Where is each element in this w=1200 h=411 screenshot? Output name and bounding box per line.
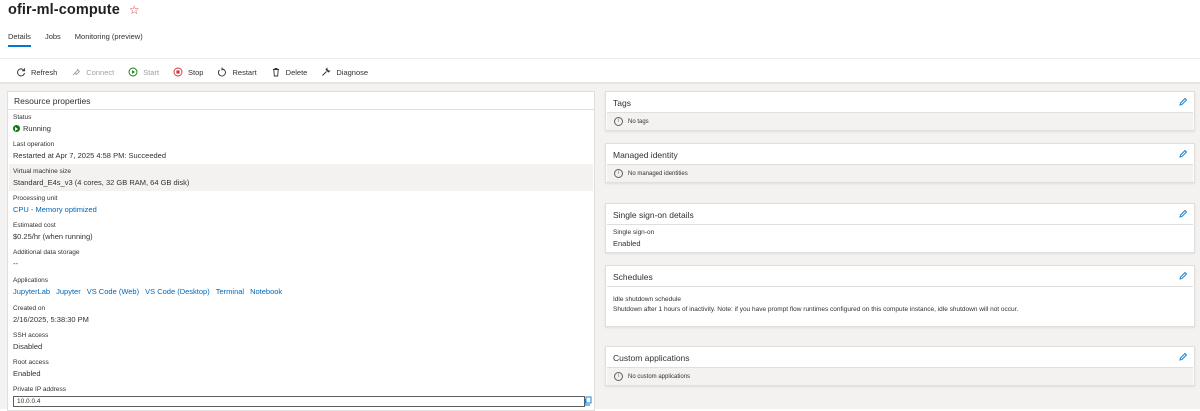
schedules-heading: Schedules xyxy=(613,272,653,282)
root-access-value: Enabled xyxy=(13,369,41,378)
refresh-icon xyxy=(17,68,26,77)
edit-pencil-icon[interactable] xyxy=(1178,209,1188,219)
page-header: ofir-ml-compute ☆ xyxy=(8,0,140,20)
sso-card: Single sign-on details Single sign-on En… xyxy=(605,203,1195,253)
restart-label: Restart xyxy=(232,67,257,77)
info-icon: i xyxy=(614,169,623,178)
last-operation-value: Restarted at Apr 7, 2025 4:58 PM: Succee… xyxy=(13,151,167,160)
processing-unit-link[interactable]: CPU - Memory optimized xyxy=(13,205,97,214)
delete-button[interactable]: Delete xyxy=(271,67,308,77)
estimated-cost-value: $0.25/hr (when running) xyxy=(13,232,93,241)
vm-size-label: Virtual machine size xyxy=(13,168,72,175)
tab-jobs[interactable]: Jobs xyxy=(45,28,61,47)
custom-applications-info-text: No custom applications xyxy=(628,373,691,380)
tags-heading: Tags xyxy=(613,98,631,108)
resource-properties-card: Resource properties Status Running Last … xyxy=(7,91,595,411)
custom-applications-info-row: i No custom applications xyxy=(607,367,1193,385)
app-link-vscode-desktop[interactable]: VS Code (Desktop) xyxy=(145,287,210,296)
resource-properties-heading: Resource properties xyxy=(14,96,91,106)
edit-pencil-icon[interactable] xyxy=(1178,271,1188,281)
sso-heading: Single sign-on details xyxy=(613,210,694,220)
refresh-button[interactable]: Refresh xyxy=(16,67,57,77)
app-link-jupyterlab[interactable]: JupyterLab xyxy=(13,287,50,296)
created-on-label: Created on xyxy=(13,305,46,312)
ssh-access-label: SSH access xyxy=(13,332,49,339)
idle-shutdown-label: Idle shutdown schedule xyxy=(613,296,681,303)
app-link-terminal[interactable]: Terminal xyxy=(216,287,244,296)
stop-label: Stop xyxy=(188,67,204,77)
status-text: Running xyxy=(23,124,51,133)
custom-applications-heading: Custom applications xyxy=(613,353,690,363)
status-label: Status xyxy=(13,114,32,121)
connect-label: Connect xyxy=(86,67,115,77)
tab-details[interactable]: Details xyxy=(8,28,31,47)
idle-shutdown-value: Shutdown after 1 hours of inactivity. No… xyxy=(613,306,1019,313)
plug-icon xyxy=(72,68,81,76)
last-operation-label: Last operation xyxy=(13,141,55,148)
tab-divider xyxy=(0,58,1200,59)
restart-icon xyxy=(218,67,227,77)
tags-card: Tags i No tags xyxy=(605,91,1195,131)
processing-unit-label: Processing unit xyxy=(13,195,58,202)
command-bar: Refresh Connect Start Stop Restart Delet… xyxy=(16,64,382,80)
root-access-label: Root access xyxy=(13,359,49,366)
diagnose-label: Diagnose xyxy=(336,67,369,77)
managed-identity-card: Managed identity i No managed identities xyxy=(605,143,1195,183)
sso-label: Single sign-on xyxy=(613,229,655,236)
private-ip-field[interactable]: 10.0.0.4 xyxy=(13,396,585,407)
schedules-divider xyxy=(607,286,1193,287)
schedules-card: Schedules Idle shutdown schedule Shutdow… xyxy=(605,265,1195,327)
diagnose-button[interactable]: Diagnose xyxy=(321,67,368,77)
managed-identity-info-text: No managed identities xyxy=(628,170,688,177)
managed-identity-heading: Managed identity xyxy=(613,150,678,160)
sso-divider xyxy=(607,224,1193,225)
managed-identity-info-row: i No managed identities xyxy=(607,164,1193,182)
data-storage-value: -- xyxy=(13,259,18,268)
connect-button[interactable]: Connect xyxy=(71,67,114,77)
info-icon: i xyxy=(614,372,623,381)
applications-label: Applications xyxy=(13,277,49,284)
app-link-jupyter[interactable]: Jupyter xyxy=(56,287,81,296)
created-on-value: 2/16/2025, 5:38:30 PM xyxy=(13,315,89,324)
delete-label: Delete xyxy=(285,67,308,77)
star-outline-icon[interactable]: ☆ xyxy=(129,4,140,16)
info-icon: i xyxy=(614,117,623,126)
page-title: ofir-ml-compute xyxy=(8,2,120,18)
estimated-cost-label: Estimated cost xyxy=(13,222,56,229)
start-button[interactable]: Start xyxy=(128,67,159,77)
data-storage-label: Additional data storage xyxy=(13,249,80,256)
copy-icon[interactable] xyxy=(583,396,593,406)
vm-size-value: Standard_E4s_v3 (4 cores, 32 GB RAM, 64 … xyxy=(13,178,190,187)
restart-button[interactable]: Restart xyxy=(217,67,257,77)
wrench-icon xyxy=(322,67,331,76)
applications-list: JupyterLab Jupyter VS Code (Web) VS Code… xyxy=(13,287,282,296)
app-link-notebook[interactable]: Notebook xyxy=(250,287,282,296)
ssh-access-value: Disabled xyxy=(13,342,43,351)
private-ip-label: Private IP address xyxy=(13,386,66,393)
play-circle-icon xyxy=(128,67,138,77)
tab-monitoring[interactable]: Monitoring (preview) xyxy=(75,28,143,47)
tags-info-text: No tags xyxy=(628,118,649,125)
sso-value: Enabled xyxy=(613,239,641,248)
stop-circle-icon xyxy=(173,67,183,77)
card-header-divider xyxy=(8,109,594,110)
app-link-vscode-web[interactable]: VS Code (Web) xyxy=(87,287,139,296)
tags-info-row: i No tags xyxy=(607,112,1193,130)
stop-button[interactable]: Stop xyxy=(173,67,203,77)
start-label: Start xyxy=(143,67,160,77)
tab-bar: Details Jobs Monitoring (preview) xyxy=(8,28,157,47)
edit-pencil-icon[interactable] xyxy=(1178,97,1188,107)
status-value: Running xyxy=(13,124,51,133)
edit-pencil-icon[interactable] xyxy=(1178,352,1188,362)
refresh-label: Refresh xyxy=(31,67,58,77)
trash-icon xyxy=(272,68,279,77)
running-status-icon xyxy=(13,125,20,132)
custom-applications-card: Custom applications i No custom applicat… xyxy=(605,346,1195,386)
edit-pencil-icon[interactable] xyxy=(1178,149,1188,159)
